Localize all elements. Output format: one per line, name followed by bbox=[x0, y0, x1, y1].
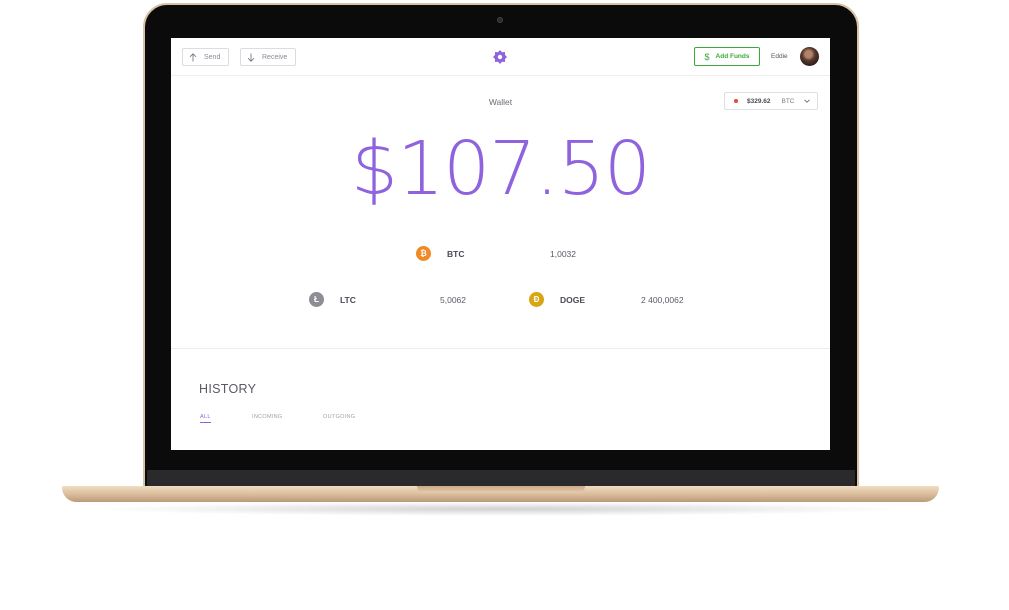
laptop-shadow bbox=[90, 502, 910, 516]
receive-label: Receive bbox=[262, 53, 288, 61]
coin-row-doge[interactable]: Ð DOGE 2 400,0062 bbox=[529, 292, 699, 307]
coin-amount: 2 400,0062 bbox=[641, 294, 684, 305]
coin-row-ltc[interactable]: Ł LTC 5,0062 bbox=[309, 292, 479, 307]
add-funds-label: Add Funds bbox=[715, 53, 750, 60]
status-dot-icon bbox=[734, 99, 738, 103]
coin-amount: 1,0032 bbox=[550, 248, 576, 259]
coin-symbol: LTC bbox=[340, 294, 356, 305]
wallet-balance: $107.50 bbox=[171, 126, 830, 212]
username[interactable]: Eddie bbox=[771, 53, 788, 60]
coin-amount: 5,0062 bbox=[440, 294, 466, 305]
avatar[interactable] bbox=[800, 47, 819, 66]
history-title: HISTORY bbox=[199, 382, 257, 396]
price-value: $329.62 bbox=[747, 97, 771, 105]
dogecoin-icon: Ð bbox=[529, 292, 544, 307]
tab-outgoing[interactable]: OUTGOING bbox=[323, 414, 355, 420]
send-button[interactable]: Send bbox=[182, 48, 229, 66]
tab-all[interactable]: ALL bbox=[200, 414, 211, 423]
coin-symbol: BTC bbox=[447, 248, 465, 259]
litecoin-icon: Ł bbox=[309, 292, 324, 307]
price-currency: BTC bbox=[781, 97, 795, 105]
arrow-down-icon bbox=[247, 53, 255, 62]
laptop-notch bbox=[417, 486, 585, 493]
bitcoin-icon: ₿ bbox=[416, 246, 431, 261]
webcam-icon bbox=[497, 17, 503, 23]
chevron-down-icon bbox=[804, 99, 810, 103]
tab-incoming[interactable]: INCOMING bbox=[252, 414, 283, 420]
receive-button[interactable]: Receive bbox=[240, 48, 296, 66]
coin-symbol: DOGE bbox=[560, 294, 586, 305]
send-label: Send bbox=[204, 53, 221, 61]
currency-price-select[interactable]: $329.62 BTC bbox=[724, 92, 818, 110]
dollar-icon: $ bbox=[704, 51, 710, 62]
add-funds-button[interactable]: $ Add Funds bbox=[694, 47, 760, 66]
balance-value: $107.50 bbox=[350, 126, 651, 212]
wallet-app: Send Receive $ Add Funds Eddie Wallet $3… bbox=[171, 38, 830, 450]
section-divider bbox=[171, 348, 830, 349]
app-header: Send Receive $ Add Funds Eddie bbox=[171, 38, 830, 76]
arrow-up-icon bbox=[189, 52, 197, 61]
coin-row-btc[interactable]: ₿ BTC 1,0032 bbox=[416, 246, 586, 261]
app-logo-icon[interactable] bbox=[493, 50, 507, 64]
